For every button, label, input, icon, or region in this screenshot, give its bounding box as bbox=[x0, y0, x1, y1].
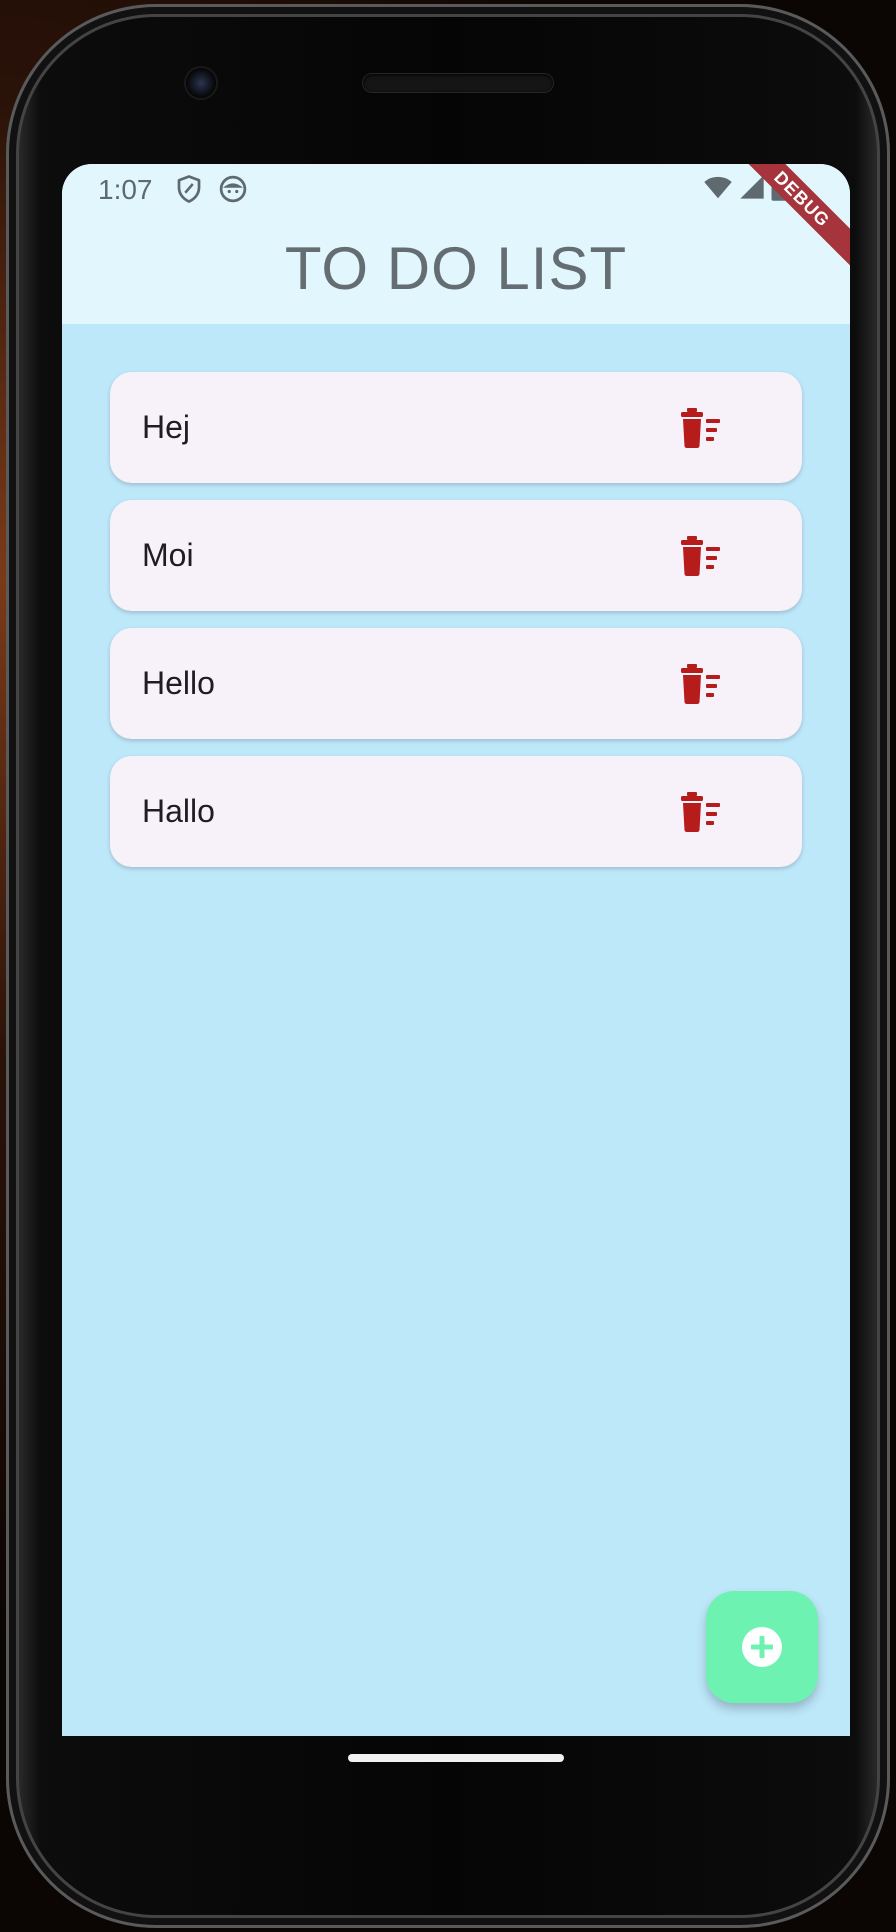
app-bar: 1:07 DEBUG TO DO LIST bbox=[62, 164, 850, 324]
android-face-icon bbox=[219, 175, 247, 203]
todo-item[interactable]: Hello bbox=[110, 628, 802, 739]
delete-sweep-icon[interactable] bbox=[680, 792, 724, 832]
app-screen: 1:07 DEBUG TO DO LIST Hej Moi Hello Hall… bbox=[62, 164, 850, 1736]
delete-sweep-icon[interactable] bbox=[680, 664, 724, 704]
todo-item[interactable]: Moi bbox=[110, 500, 802, 611]
delete-sweep-icon[interactable] bbox=[680, 408, 724, 448]
delete-sweep-icon[interactable] bbox=[680, 536, 724, 576]
status-time: 1:07 bbox=[98, 174, 153, 205]
add-circle-icon bbox=[742, 1627, 782, 1667]
home-indicator[interactable] bbox=[348, 1754, 564, 1762]
shield-icon bbox=[177, 175, 201, 203]
earpiece-speaker bbox=[363, 74, 553, 92]
todo-list: Hej Moi Hello Hallo bbox=[110, 372, 802, 884]
todo-item[interactable]: Hej bbox=[110, 372, 802, 483]
page-title: TO DO LIST bbox=[284, 235, 628, 302]
todo-item-text: Moi bbox=[142, 537, 194, 573]
todo-item[interactable]: Hallo bbox=[110, 756, 802, 867]
phone-frame: 1:07 DEBUG TO DO LIST Hej Moi Hello Hall… bbox=[6, 4, 890, 1928]
add-todo-button[interactable] bbox=[706, 1591, 818, 1703]
front-camera bbox=[186, 68, 216, 98]
todo-item-text: Hello bbox=[142, 665, 215, 701]
wifi-icon bbox=[704, 176, 732, 199]
todo-item-text: Hallo bbox=[142, 793, 215, 829]
todo-item-text: Hej bbox=[142, 409, 191, 445]
